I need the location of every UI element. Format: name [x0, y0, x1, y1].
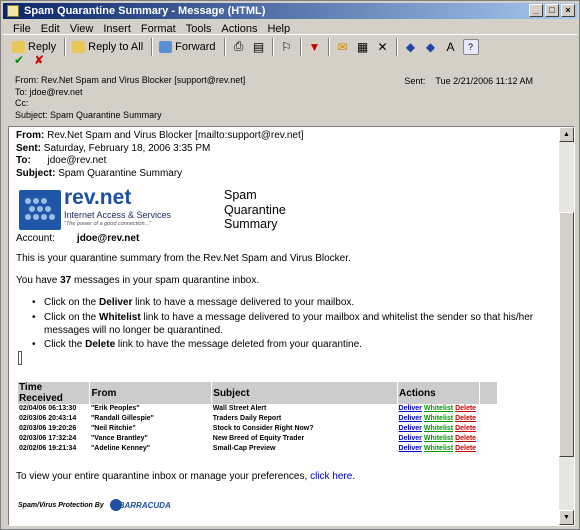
delete-link[interactable]: Delete	[455, 415, 476, 422]
delete-link[interactable]: Delete	[455, 445, 476, 452]
msg-from: Rev.Net Spam and Virus Blocker [mailto:s…	[47, 130, 304, 141]
msg-sent: Saturday, February 18, 2006 3:35 PM	[43, 142, 211, 154]
list-item: Click on the Deliver link to have a mess…	[32, 297, 554, 310]
deliver-link[interactable]: Deliver	[399, 415, 422, 422]
instruction-list: Click on the Deliver link to have a mess…	[32, 297, 554, 354]
envelope-icon	[7, 5, 19, 17]
logo-tagline: Internet Access & Services	[64, 210, 172, 220]
maximize-button[interactable]: □	[545, 4, 559, 17]
message-window: Spam Quarantine Summary - Message (HTML)…	[0, 0, 580, 530]
text-cursor-box	[18, 351, 22, 365]
intro-text: This is your quarantine summary from the…	[16, 253, 351, 264]
scroll-up-icon[interactable]: ▲	[559, 127, 574, 142]
whitelist-link[interactable]: Whitelist	[424, 445, 453, 452]
close-button[interactable]: ×	[561, 4, 575, 17]
revnet-logo: rev.net Internet Access & Services "The …	[19, 186, 184, 230]
msg-to: jdoe@rev.net	[47, 155, 107, 166]
vertical-scrollbar[interactable]: ▲ ▼	[559, 127, 574, 525]
whitelist-link[interactable]: Whitelist	[424, 425, 453, 432]
col-subject: Subject	[211, 382, 399, 404]
footer-text: To view your entire quarantine inbox or …	[16, 471, 356, 482]
list-item: Click the Delete link to have the messag…	[32, 339, 554, 352]
list-item: Click on the Whitelist link to have a me…	[32, 312, 554, 338]
spam-block-icon[interactable]: ✘	[31, 52, 47, 68]
protection-badge: Spam/Virus Protection By BARRACUDA	[18, 497, 171, 513]
scroll-thumb[interactable]	[559, 212, 574, 457]
col-from: From	[89, 382, 213, 404]
whitelist-link[interactable]: Whitelist	[424, 405, 453, 412]
table-row: 02/03/06 19:20:26 "Neil Ritchie" Stock t…	[19, 424, 477, 432]
minimize-button[interactable]: _	[529, 4, 543, 17]
deliver-link[interactable]: Deliver	[399, 425, 422, 432]
whitelist-link[interactable]: Whitelist	[424, 435, 453, 442]
checkmark-icon[interactable]: ✔	[11, 52, 27, 68]
title-bar[interactable]: Spam Quarantine Summary - Message (HTML)…	[3, 3, 577, 19]
scroll-down-icon[interactable]: ▼	[559, 510, 574, 525]
logo-name: rev.net	[64, 186, 132, 209]
deliver-link[interactable]: Deliver	[399, 445, 422, 452]
forwarded-header: From: Rev.Net Spam and Virus Blocker [ma…	[16, 130, 304, 179]
account-line: Account: jdoe@rev.net	[16, 233, 140, 244]
account-value: jdoe@rev.net	[76, 233, 140, 244]
message-count: 37	[60, 275, 72, 286]
summary-title: Spam Quarantine Summary	[224, 188, 286, 231]
header-to: To: jdoe@rev.net	[15, 86, 83, 97]
table-row: 02/04/06 06:13:30 "Erik Peoples" Wall St…	[19, 405, 477, 413]
msg-subject: Spam Quarantine Summary	[58, 167, 183, 179]
logo-grid-icon	[19, 190, 61, 230]
table-header-row: Time Received From Subject Actions	[18, 382, 498, 404]
table-row: 02/02/06 19:21:34 "Adeline Kenney" Small…	[19, 444, 477, 452]
col-actions: Actions	[397, 382, 481, 404]
deliver-link[interactable]: Deliver	[399, 405, 422, 412]
count-text: You have 37 messages in your spam quaran…	[16, 275, 260, 286]
quarantine-table: Time Received From Subject Actions 02/04…	[18, 382, 498, 453]
message-header: From: Rev.Net Spam and Virus Blocker [su…	[3, 71, 577, 123]
col-time: Time Received	[18, 382, 91, 404]
whitelist-link[interactable]: Whitelist	[424, 415, 453, 422]
window-title: Spam Quarantine Summary - Message (HTML)	[24, 5, 266, 17]
header-subject: Subject: Spam Quarantine Summary	[15, 109, 162, 120]
table-row: 02/03/06 20:43:14 "Randall Gillespie" Tr…	[19, 415, 477, 423]
barracuda-logo: BARRACUDA	[109, 497, 171, 513]
secondary-toolbar: ✔ ✘	[3, 51, 577, 69]
table-row: 02/03/06 17:32:24 "Vance Brantley" New B…	[19, 434, 477, 442]
click-here-link[interactable]: click here	[310, 471, 352, 482]
message-body[interactable]: From: Rev.Net Spam and Virus Blocker [ma…	[8, 126, 575, 526]
header-sent: Sent: Tue 2/21/2006 11:12 AM	[404, 76, 533, 86]
header-cc: Cc:	[15, 98, 29, 108]
delete-link[interactable]: Delete	[455, 425, 476, 432]
logo-slogan: "The power of a good connection..."	[64, 221, 152, 227]
delete-link[interactable]: Delete	[455, 405, 476, 412]
deliver-link[interactable]: Deliver	[399, 435, 422, 442]
delete-link[interactable]: Delete	[455, 435, 476, 442]
